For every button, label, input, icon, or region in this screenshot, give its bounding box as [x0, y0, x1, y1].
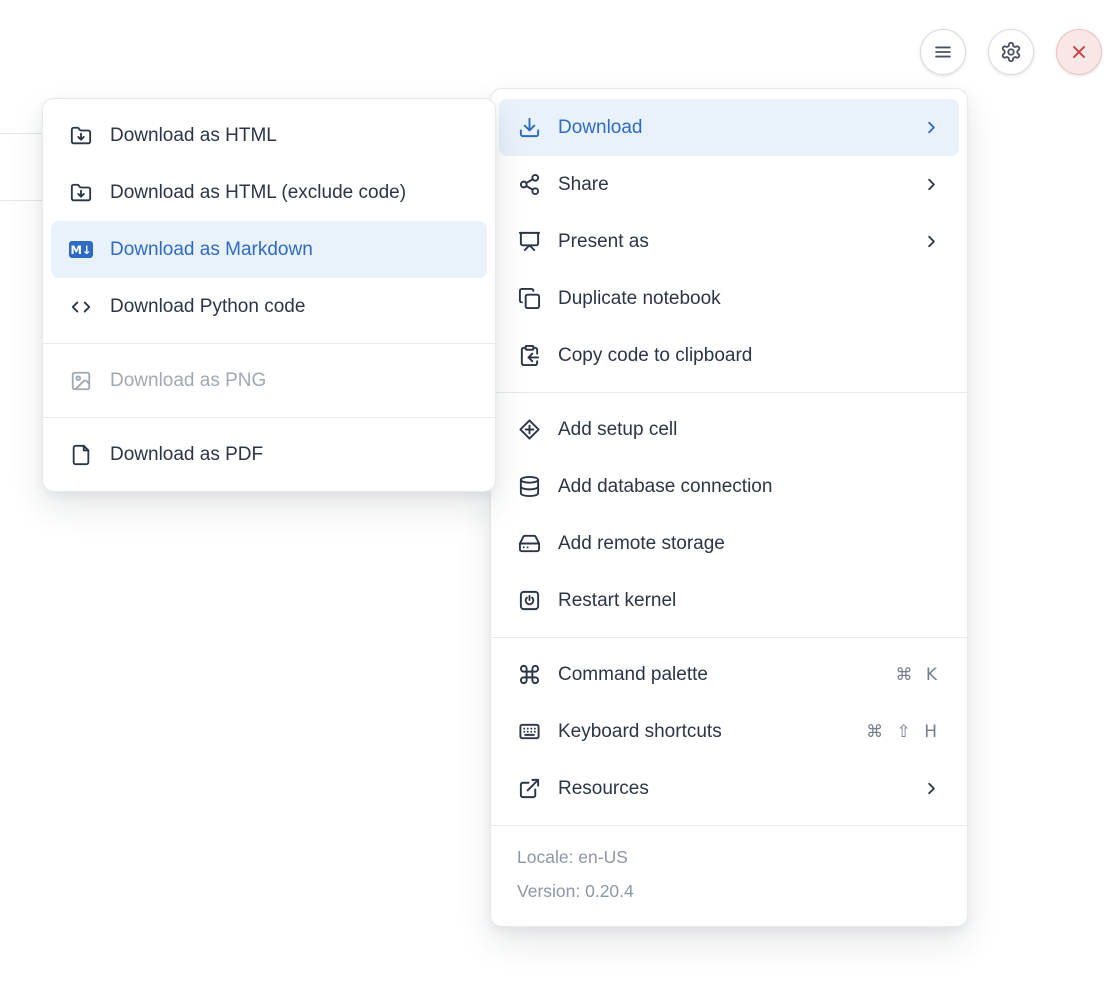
menu-item-label: Copy code to clipboard: [558, 345, 752, 367]
command-icon: [517, 663, 541, 686]
menu-divider: [491, 392, 967, 393]
menu-item-label: Download Python code: [110, 296, 305, 318]
menu-item-label: Download as HTML: [110, 125, 277, 147]
menu-item-label: Present as: [558, 231, 649, 253]
menu-item-resources[interactable]: Resources: [499, 760, 959, 817]
image-icon: [69, 370, 93, 392]
diamond-plus-icon: [517, 418, 541, 441]
menu-item-label: Download as Markdown: [110, 239, 313, 261]
submenu-item-download-png[interactable]: Download as PNG: [51, 352, 487, 409]
shortcut-hint: ⌘ K: [895, 665, 941, 685]
chevron-right-icon: [922, 175, 941, 194]
menu-footer: Locale: en-US Version: 0.20.4: [491, 834, 967, 916]
menu-item-copy-code[interactable]: Copy code to clipboard: [499, 327, 959, 384]
duplicate-icon: [517, 287, 541, 310]
database-icon: [517, 475, 541, 498]
menu-divider: [491, 637, 967, 638]
notebook-menu-button[interactable]: [920, 29, 966, 75]
menu-item-add-setup-cell[interactable]: Add setup cell: [499, 401, 959, 458]
power-icon: [517, 589, 541, 612]
menu-item-restart-kernel[interactable]: Restart kernel: [499, 572, 959, 629]
chevron-right-icon: [922, 118, 941, 137]
menu-item-label: Download as HTML (exclude code): [110, 182, 406, 204]
menu-item-add-database-connection[interactable]: Add database connection: [499, 458, 959, 515]
notebook-actions-menu: Download Share Present as Duplicate note…: [490, 88, 968, 927]
keyboard-icon: [517, 720, 541, 743]
menu-item-label: Keyboard shortcuts: [558, 721, 722, 743]
menu-item-label: Add setup cell: [558, 419, 677, 441]
submenu-item-download-html[interactable]: Download as HTML: [51, 107, 487, 164]
menu-item-label: Resources: [558, 778, 649, 800]
menu-item-label: Restart kernel: [558, 590, 676, 612]
menu-item-download[interactable]: Download: [499, 99, 959, 156]
menu-item-label: Duplicate notebook: [558, 288, 721, 310]
code-icon: [69, 296, 93, 318]
locale-text: Locale: en-US: [517, 840, 941, 874]
page-rule-line: [0, 200, 42, 201]
chevron-right-icon: [922, 232, 941, 251]
menu-item-keyboard-shortcuts[interactable]: Keyboard shortcuts ⌘ ⇧ H: [499, 703, 959, 760]
menu-item-share[interactable]: Share: [499, 156, 959, 213]
menu-divider: [491, 825, 967, 826]
presentation-icon: [517, 230, 541, 253]
menu-item-label: Share: [558, 174, 609, 196]
download-icon: [517, 116, 541, 139]
chevron-right-icon: [922, 779, 941, 798]
gear-icon: [1000, 41, 1022, 63]
close-x-icon: [1068, 41, 1090, 63]
menu-item-label: Command palette: [558, 664, 708, 686]
menu-item-command-palette[interactable]: Command palette ⌘ K: [499, 646, 959, 703]
page-rule-line: [0, 133, 42, 134]
menu-item-label: Add remote storage: [558, 533, 725, 555]
folder-down-icon: [69, 182, 93, 204]
shortcut-hint: ⌘ ⇧ H: [866, 722, 941, 742]
menu-item-present-as[interactable]: Present as: [499, 213, 959, 270]
file-icon: [69, 444, 93, 466]
menu-item-label: Add database connection: [558, 476, 772, 498]
submenu-item-download-html-exclude-code[interactable]: Download as HTML (exclude code): [51, 164, 487, 221]
submenu-item-download-markdown[interactable]: M↓ Download as Markdown: [51, 221, 487, 278]
folder-down-icon: [69, 125, 93, 147]
share-icon: [517, 173, 541, 196]
settings-button[interactable]: [988, 29, 1034, 75]
markdown-icon: M↓: [69, 241, 93, 258]
menu-item-label: Download as PDF: [110, 444, 263, 466]
clipboard-copy-icon: [517, 344, 541, 367]
menu-item-add-remote-storage[interactable]: Add remote storage: [499, 515, 959, 572]
menu-item-label: Download as PNG: [110, 370, 266, 392]
menu-divider: [43, 417, 495, 418]
hamburger-menu-icon: [932, 41, 954, 63]
version-text: Version: 0.20.4: [517, 874, 941, 908]
submenu-item-download-pdf[interactable]: Download as PDF: [51, 426, 487, 483]
menu-item-label: Download: [558, 117, 643, 139]
hard-drive-icon: [517, 532, 541, 555]
menu-divider: [43, 343, 495, 344]
close-app-button[interactable]: [1056, 29, 1102, 75]
menu-item-duplicate-notebook[interactable]: Duplicate notebook: [499, 270, 959, 327]
external-link-icon: [517, 777, 541, 800]
download-submenu: Download as HTML Download as HTML (exclu…: [42, 98, 496, 492]
submenu-item-download-python[interactable]: Download Python code: [51, 278, 487, 335]
